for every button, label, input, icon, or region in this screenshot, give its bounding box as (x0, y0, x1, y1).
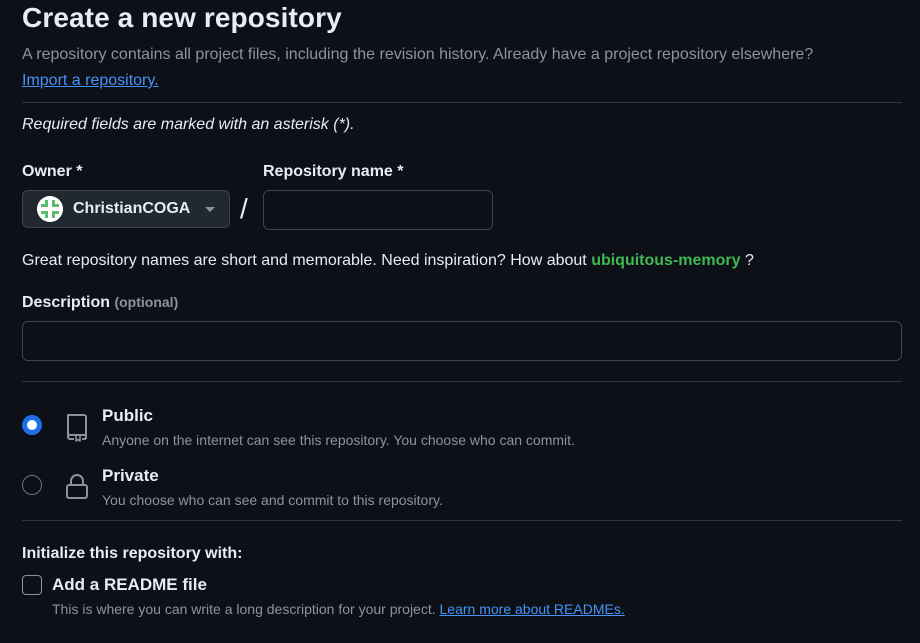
private-title: Private (102, 466, 159, 485)
add-readme-checkbox[interactable] (22, 575, 42, 595)
page-title: Create a new repository (22, 2, 342, 33)
name-suggestion: Great repository names are short and mem… (22, 252, 754, 270)
intro-description: A repository contains all project files,… (22, 46, 814, 63)
description-label-text: Description (22, 294, 111, 311)
avatar (37, 196, 63, 222)
suggested-name[interactable]: ubiquitous-memory (591, 252, 740, 269)
owner-dropdown[interactable]: ChristianCOGA (22, 190, 230, 228)
suggestion-prefix: Great repository names are short and mem… (22, 252, 587, 269)
intro-text: A repository contains all project files,… (22, 42, 902, 94)
add-readme-description: This is where you can write a long descr… (52, 601, 625, 617)
owner-repo-separator: / (240, 193, 248, 224)
owner-selected-value: ChristianCOGA (73, 200, 191, 217)
public-title: Public (102, 406, 154, 425)
readme-description-text: This is where you can write a long descr… (52, 601, 436, 617)
divider (22, 520, 902, 521)
private-radio[interactable] (22, 475, 42, 495)
import-repository-link[interactable]: Import a repository. (22, 72, 159, 89)
create-repository-page: Create a new repository A repository con… (0, 0, 920, 643)
repository-name-input[interactable] (263, 190, 493, 230)
required-fields-note: Required fields are marked with an aster… (22, 116, 355, 133)
description-input[interactable] (22, 321, 902, 361)
visibility-option-public[interactable]: Public Anyone on the internet can see th… (22, 406, 902, 462)
owner-label: Owner * (22, 163, 83, 180)
repository-name-label: Repository name * (263, 163, 404, 180)
learn-more-readmes-link[interactable]: Learn more about READMEs. (440, 601, 625, 617)
divider (22, 102, 902, 103)
suggestion-suffix: ? (744, 252, 754, 269)
public-radio[interactable] (22, 415, 42, 435)
public-description: Anyone on the internet can see this repo… (102, 432, 575, 448)
visibility-option-private[interactable]: Private You choose who can see and commi… (22, 466, 902, 522)
initialize-section-title: Initialize this repository with: (22, 545, 243, 562)
lock-icon (66, 474, 88, 499)
optional-hint: (optional) (114, 294, 179, 310)
repo-icon (67, 414, 87, 442)
private-description: You choose who can see and commit to thi… (102, 492, 443, 508)
add-readme-label[interactable]: Add a README file (52, 575, 207, 595)
chevron-down-icon (205, 207, 215, 212)
description-label: Description (optional) (22, 294, 178, 312)
divider (22, 381, 902, 382)
